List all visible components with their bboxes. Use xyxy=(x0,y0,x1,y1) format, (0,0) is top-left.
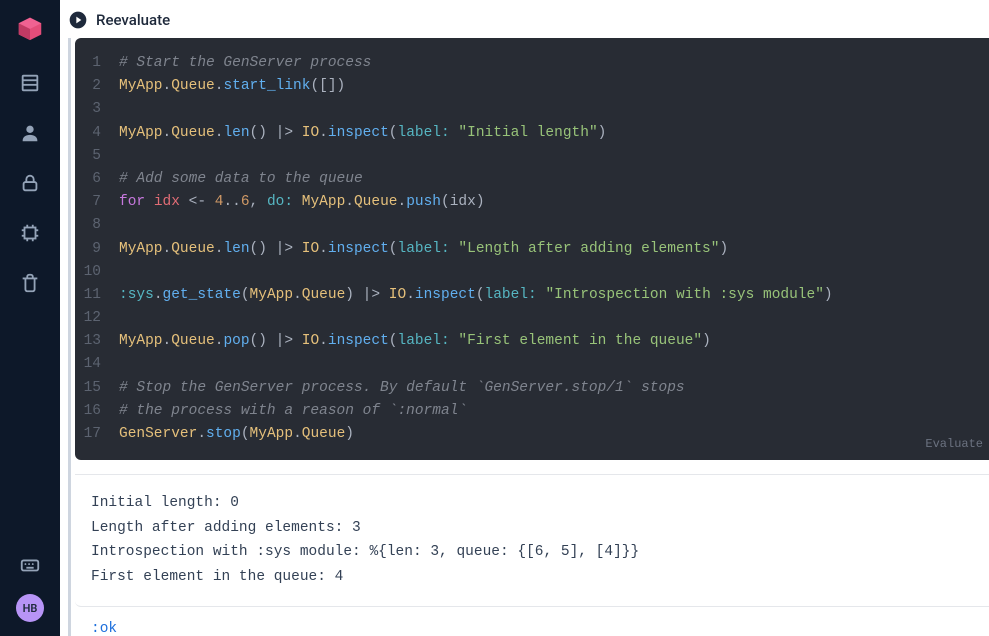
cell-wrapper: 1# Start the GenServer process2MyApp.Que… xyxy=(68,38,989,636)
code-content[interactable]: MyApp.Queue.start_link([]) xyxy=(119,75,345,98)
line-number: 9 xyxy=(75,238,119,261)
line-number: 2 xyxy=(75,75,119,98)
code-line[interactable]: 15# Stop the GenServer process. By defau… xyxy=(75,377,977,400)
line-number: 8 xyxy=(75,214,119,237)
line-number: 11 xyxy=(75,284,119,307)
main-content: Reevaluate 1# Start the GenServer proces… xyxy=(60,0,989,636)
code-content[interactable]: # Start the GenServer process xyxy=(119,52,371,75)
evaluated-hint: Evaluate xyxy=(925,435,983,454)
line-number: 6 xyxy=(75,168,119,191)
code-line[interactable]: 4MyApp.Queue.len() |> IO.inspect(label: … xyxy=(75,122,977,145)
result-value: :ok xyxy=(75,607,989,636)
line-number: 12 xyxy=(75,307,119,330)
code-line[interactable]: 16# the process with a reason of `:norma… xyxy=(75,400,977,423)
line-number: 10 xyxy=(75,261,119,284)
sidebar-nav xyxy=(19,72,41,294)
trash-icon[interactable] xyxy=(19,272,41,294)
runtime-icon[interactable] xyxy=(19,222,41,244)
play-icon[interactable] xyxy=(68,10,88,30)
code-line[interactable]: 13MyApp.Queue.pop() |> IO.inspect(label:… xyxy=(75,330,977,353)
keyboard-icon[interactable] xyxy=(19,554,41,576)
line-number: 3 xyxy=(75,98,119,121)
code-line[interactable]: 11:sys.get_state(MyApp.Queue) |> IO.insp… xyxy=(75,284,977,307)
code-line[interactable]: 3 xyxy=(75,98,977,121)
line-number: 1 xyxy=(75,52,119,75)
line-number: 15 xyxy=(75,377,119,400)
line-number: 17 xyxy=(75,423,119,446)
code-line[interactable]: 10 xyxy=(75,261,977,284)
output-line: Introspection with :sys module: %{len: 3… xyxy=(91,540,973,565)
output-line: Length after adding elements: 3 xyxy=(91,516,973,541)
code-content[interactable]: MyApp.Queue.pop() |> IO.inspect(label: "… xyxy=(119,330,711,353)
output-line: First element in the queue: 4 xyxy=(91,565,973,590)
code-content[interactable]: # the process with a reason of `:normal` xyxy=(119,400,467,423)
line-number: 7 xyxy=(75,191,119,214)
code-line[interactable]: 9MyApp.Queue.len() |> IO.inspect(label: … xyxy=(75,238,977,261)
code-editor[interactable]: 1# Start the GenServer process2MyApp.Que… xyxy=(75,38,989,460)
code-content[interactable]: for idx <- 4..6, do: MyApp.Queue.push(id… xyxy=(119,191,485,214)
code-content[interactable]: # Stop the GenServer process. By default… xyxy=(119,377,685,400)
user-icon[interactable] xyxy=(19,122,41,144)
line-number: 4 xyxy=(75,122,119,145)
sections-icon[interactable] xyxy=(19,72,41,94)
code-content[interactable]: GenServer.stop(MyApp.Queue) xyxy=(119,423,354,446)
code-content[interactable]: :sys.get_state(MyApp.Queue) |> IO.inspec… xyxy=(119,284,833,307)
line-number: 13 xyxy=(75,330,119,353)
line-number: 5 xyxy=(75,145,119,168)
sidebar: HB xyxy=(0,0,60,636)
line-number: 16 xyxy=(75,400,119,423)
code-content[interactable]: MyApp.Queue.len() |> IO.inspect(label: "… xyxy=(119,122,606,145)
code-content[interactable]: MyApp.Queue.len() |> IO.inspect(label: "… xyxy=(119,238,728,261)
cell-toolbar: Reevaluate xyxy=(60,10,989,38)
code-line[interactable]: 7for idx <- 4..6, do: MyApp.Queue.push(i… xyxy=(75,191,977,214)
user-avatar[interactable]: HB xyxy=(16,594,44,622)
code-line[interactable]: 8 xyxy=(75,214,977,237)
reevaluate-button[interactable]: Reevaluate xyxy=(96,11,170,29)
output-panel: Initial length: 0Length after adding ele… xyxy=(75,474,989,607)
code-line[interactable]: 5 xyxy=(75,145,977,168)
line-number: 14 xyxy=(75,353,119,376)
code-line[interactable]: 17GenServer.stop(MyApp.Queue) xyxy=(75,423,977,446)
code-line[interactable]: 2MyApp.Queue.start_link([]) xyxy=(75,75,977,98)
code-line[interactable]: 6# Add some data to the queue xyxy=(75,168,977,191)
code-line[interactable]: 12 xyxy=(75,307,977,330)
output-line: Initial length: 0 xyxy=(91,491,973,516)
code-line[interactable]: 1# Start the GenServer process xyxy=(75,52,977,75)
app-logo-icon[interactable] xyxy=(15,12,45,42)
code-content[interactable]: # Add some data to the queue xyxy=(119,168,363,191)
code-line[interactable]: 14 xyxy=(75,353,977,376)
sidebar-bottom: HB xyxy=(16,554,44,622)
lock-icon[interactable] xyxy=(19,172,41,194)
